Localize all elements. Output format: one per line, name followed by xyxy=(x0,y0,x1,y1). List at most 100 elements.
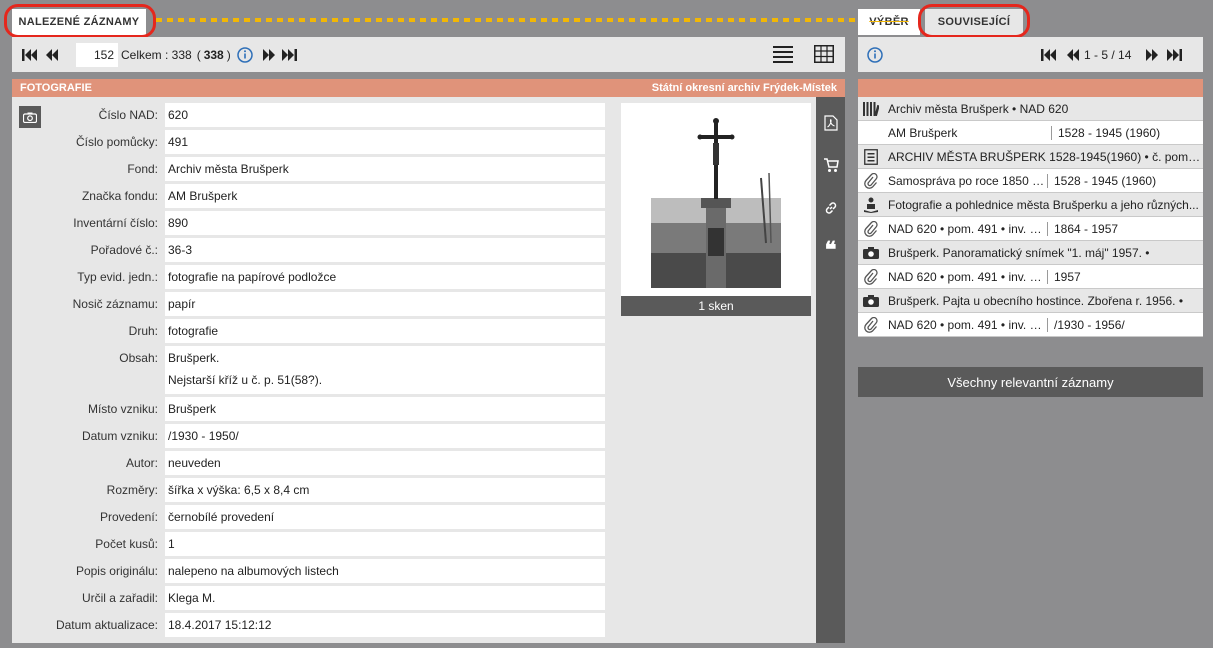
field-value: Brušperk xyxy=(165,397,605,421)
field-label: Typ evid. jedn.: xyxy=(77,270,158,284)
field-row: Značka fondu: AM Brušperk xyxy=(12,184,616,208)
field-label: Provedení: xyxy=(99,510,158,524)
link-icon[interactable] xyxy=(816,196,845,220)
tab-found-records[interactable]: Nalezené záznamy xyxy=(12,9,146,35)
field-label: Popis originálu: xyxy=(75,564,158,578)
total-filtered-count: 338 xyxy=(203,47,224,62)
field-value: 36-3 xyxy=(165,238,605,262)
field-value: fotografie na papírové podložce xyxy=(165,265,605,289)
list-item-col2: 1528 - 1945 (1960) xyxy=(1054,173,1157,188)
list-item[interactable]: NAD 620 • pom. 491 • inv. č. ... /1930 -… xyxy=(858,313,1203,337)
previous-page-icon[interactable] xyxy=(44,47,60,63)
list-item[interactable]: AM Brušperk 1528 - 1945 (1960) xyxy=(858,121,1203,145)
field-row: Inventární číslo: 890 xyxy=(12,211,616,235)
field-row: Datum vzniku: /1930 - 1950/ xyxy=(12,424,616,448)
results-range: 1 - 5 / 14 xyxy=(1084,48,1132,62)
first-page-icon[interactable] xyxy=(22,47,38,63)
list-item[interactable]: Brušperk. Panoramatický snímek "1. máj" … xyxy=(858,241,1203,265)
paperclip-icon xyxy=(858,220,884,237)
list-item-col1: NAD 620 • pom. 491 • inv. č. ... xyxy=(884,221,1048,236)
person-book-icon xyxy=(858,197,884,213)
list-item[interactable]: Fotografie a pohlednice města Brušperku … xyxy=(858,193,1203,217)
info-icon[interactable] xyxy=(236,46,253,63)
field-row: Nosič záznamu: papír xyxy=(12,292,616,316)
cart-icon[interactable] xyxy=(816,153,845,177)
list-item-col1: Samospráva po roce 1850 - m... xyxy=(884,173,1048,188)
list-item-title: Brušperk. Panoramatický snímek "1. máj" … xyxy=(888,245,1150,260)
tab-selection[interactable]: Výběr xyxy=(858,9,920,35)
field-value: 890 xyxy=(165,211,605,235)
paperclip-icon xyxy=(858,268,884,285)
field-label: Autor: xyxy=(125,456,158,470)
field-value: černobílé provedení xyxy=(165,505,605,529)
list-item-title: ARCHIV MĚSTA BRUŠPERK 1528-1945(1960) • … xyxy=(888,149,1203,164)
total-paren-open: ( xyxy=(196,47,201,62)
field-label: Určil a zařadil: xyxy=(81,591,158,605)
list-item-col2: 1957 xyxy=(1054,269,1081,284)
camera-icon xyxy=(858,246,884,259)
field-value: 18.4.2017 15:12:12 xyxy=(165,613,605,637)
field-value: Brušperk. Nejstarší kříž u č. p. 51(58?). xyxy=(165,346,605,394)
last-page-icon[interactable] xyxy=(281,47,297,63)
field-value: 1 xyxy=(165,532,605,556)
field-label: Obsah: xyxy=(119,351,158,365)
current-index-input[interactable]: 152 xyxy=(76,42,118,67)
last-page-icon[interactable] xyxy=(1166,47,1182,63)
record-type: FOTOGRAFIE xyxy=(20,82,92,94)
scan-count-button[interactable]: 1 sken xyxy=(621,296,811,316)
list-item[interactable]: NAD 620 • pom. 491 • inv. č. ... 1864 - … xyxy=(858,217,1203,241)
list-item[interactable]: Brušperk. Pajta u obecního hostince. Zbo… xyxy=(858,289,1203,313)
field-label: Rozměry: xyxy=(106,483,158,497)
field-value: fotografie xyxy=(165,319,605,343)
list-item[interactable]: ARCHIV MĚSTA BRUŠPERK 1528-1945(1960) • … xyxy=(858,145,1203,169)
field-row: Počet kusů: 1 xyxy=(12,532,616,556)
field-value: AM Brušperk xyxy=(165,184,605,208)
list-item[interactable]: Archiv města Brušperk • NAD 620 xyxy=(858,97,1203,121)
previous-page-icon[interactable] xyxy=(1065,47,1081,63)
field-label: Fond: xyxy=(127,162,158,176)
next-page-icon[interactable] xyxy=(261,47,277,63)
pdf-icon[interactable] xyxy=(816,111,845,135)
grid-view-icon[interactable] xyxy=(814,45,834,63)
field-row: Určil a zařadil: Klega M. xyxy=(12,586,616,610)
field-value: Archiv města Brušperk xyxy=(165,157,605,181)
field-label: Značka fondu: xyxy=(81,189,158,203)
finding-aid-icon xyxy=(858,148,884,165)
first-page-icon[interactable] xyxy=(1041,47,1057,63)
field-row: Obsah: Brušperk. Nejstarší kříž u č. p. 51… xyxy=(12,346,616,394)
field-value: /1930 - 1950/ xyxy=(165,424,605,448)
total-count: Celkem : 338 xyxy=(121,47,192,62)
related-records-list: Archiv města Brušperk • NAD 620 AM Brušp… xyxy=(858,97,1203,337)
paperclip-icon xyxy=(858,316,884,333)
quote-icon[interactable]: ❝ xyxy=(816,238,845,262)
record-archive: Státní okresní archiv Frýdek-Místek xyxy=(651,82,837,94)
list-item-title: Fotografie a pohlednice města Brušperku … xyxy=(888,197,1199,212)
tab-related[interactable]: Související xyxy=(925,9,1023,35)
list-view-icon[interactable] xyxy=(773,46,793,63)
scan-thumbnail[interactable] xyxy=(621,103,811,296)
list-item-title: Brušperk. Pajta u obecního hostince. Zbo… xyxy=(888,293,1184,308)
list-item[interactable]: NAD 620 • pom. 491 • inv. č. ... 1957 xyxy=(858,265,1203,289)
action-sidebar: ❝ xyxy=(816,97,845,643)
camera-icon xyxy=(858,294,884,307)
all-relevant-records-button[interactable]: Všechny relevantní záznamy xyxy=(858,367,1203,397)
field-label: Datum vzniku: xyxy=(81,429,158,443)
field-value: 620 xyxy=(165,103,605,127)
info-icon[interactable] xyxy=(867,46,883,63)
content-line-1: Brušperk. xyxy=(168,351,220,365)
left-toolbar: 152 Celkem : 338 ( 338 ) xyxy=(12,37,845,72)
next-page-icon[interactable] xyxy=(1144,47,1160,63)
record-header: FOTOGRAFIE Státní okresní archiv Frýdek-… xyxy=(12,79,845,97)
cross-photo-image xyxy=(651,118,781,288)
list-item-title: Archiv města Brušperk • NAD 620 xyxy=(888,101,1069,116)
field-row: Druh: fotografie xyxy=(12,319,616,343)
field-row: Místo vzniku: Brušperk xyxy=(12,397,616,421)
field-row: Provedení: černobílé provedení xyxy=(12,505,616,529)
field-row: Popis originálu: nalepeno na albumových l… xyxy=(12,559,616,583)
list-item-col1: AM Brušperk xyxy=(884,125,1052,140)
list-item[interactable]: Samospráva po roce 1850 - m... 1528 - 19… xyxy=(858,169,1203,193)
field-value: Klega M. xyxy=(165,586,605,610)
field-row: Datum aktualizace: 18.4.2017 15:12:12 xyxy=(12,613,616,637)
field-row: Rozměry: šířka x výška: 6,5 x 8,4 cm xyxy=(12,478,616,502)
field-value: 491 xyxy=(165,130,605,154)
